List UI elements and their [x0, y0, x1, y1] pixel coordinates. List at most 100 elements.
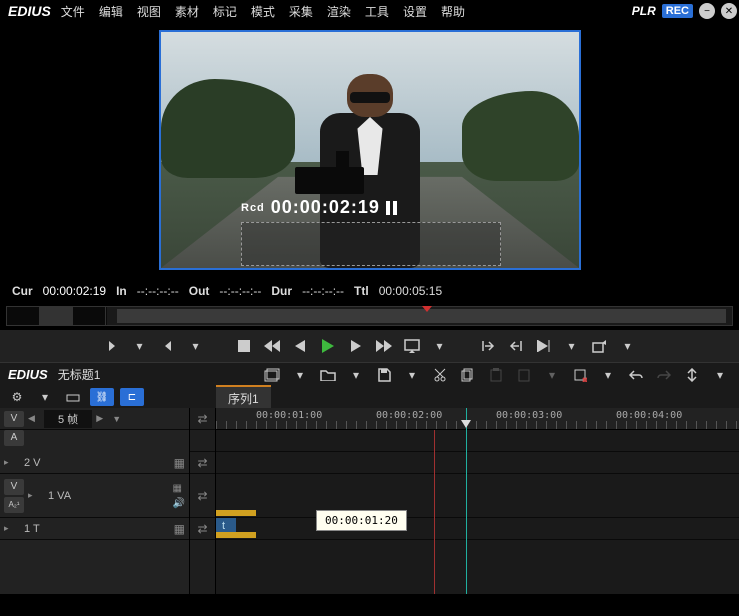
- goto-out-button[interactable]: [504, 335, 528, 357]
- track-spacer[interactable]: [216, 430, 739, 452]
- save-button[interactable]: [373, 365, 395, 385]
- transport-bar: ▾ ▾ ▾ ▾ ▾: [0, 330, 739, 362]
- dropdown-icon[interactable]: ▾: [345, 365, 367, 385]
- dropdown-icon[interactable]: ▾: [401, 365, 423, 385]
- export-dropdown-icon[interactable]: ▾: [616, 335, 640, 357]
- copy-button[interactable]: [457, 365, 479, 385]
- clipboard-button[interactable]: [513, 365, 535, 385]
- audio-tag[interactable]: A: [4, 430, 24, 446]
- insert-dropdown-icon[interactable]: ▾: [560, 335, 584, 357]
- record-overlay: Rcd 00:00:02:19: [241, 197, 400, 218]
- minimize-button[interactable]: −: [699, 3, 715, 19]
- dropdown-icon[interactable]: ▾: [541, 365, 563, 385]
- dur-value[interactable]: --:--:--:--: [302, 284, 344, 298]
- menu-help[interactable]: 帮助: [441, 3, 465, 20]
- play-button[interactable]: [316, 335, 340, 357]
- in-label: In: [116, 284, 127, 298]
- link-mode-button[interactable]: ⛓: [90, 388, 114, 406]
- track-2v-lane[interactable]: [216, 452, 739, 474]
- undo-button[interactable]: [625, 365, 647, 385]
- marker-line[interactable]: [434, 430, 435, 594]
- preview-viewport[interactable]: Rcd 00:00:02:19: [159, 30, 581, 270]
- menu-render[interactable]: 渲染: [327, 3, 351, 20]
- out-value[interactable]: --:--:--:--: [219, 284, 261, 298]
- toggle-button[interactable]: [681, 365, 703, 385]
- film-icon[interactable]: ▦: [174, 522, 185, 536]
- export-button[interactable]: [588, 335, 612, 357]
- expand-icon[interactable]: ▸: [4, 523, 16, 534]
- swap-icon[interactable]: ⇄: [197, 456, 207, 470]
- film-icon[interactable]: ▦: [173, 483, 185, 494]
- rec-badge[interactable]: REC: [662, 4, 693, 18]
- menu-mode[interactable]: 模式: [251, 3, 275, 20]
- set-out-button[interactable]: [156, 335, 180, 357]
- title-clip-bar[interactable]: [216, 532, 256, 538]
- swap-icon[interactable]: ⇄: [197, 489, 207, 503]
- dropdown-in-icon[interactable]: ▾: [128, 335, 152, 357]
- dropdown-out-icon[interactable]: ▾: [184, 335, 208, 357]
- film-icon[interactable]: ▦: [174, 456, 185, 470]
- in-value[interactable]: --:--:--:--: [137, 284, 179, 298]
- record-region-box[interactable]: [241, 222, 501, 266]
- menu-settings[interactable]: 设置: [403, 3, 427, 20]
- ruler-tc-2: 00:00:02:00: [376, 410, 442, 421]
- rewind-button[interactable]: [260, 335, 284, 357]
- insert-button[interactable]: [532, 335, 556, 357]
- dropdown-icon[interactable]: ▾: [597, 365, 619, 385]
- cur-value[interactable]: 00:00:02:19: [43, 284, 106, 298]
- menu-file[interactable]: 文件: [61, 3, 85, 20]
- audio-tag[interactable]: A₂¹: [4, 497, 24, 513]
- timeline-tracks-area[interactable]: 00:00:01:00 00:00:02:00 00:00:03:00 00:0…: [216, 408, 739, 594]
- goto-in-button[interactable]: [476, 335, 500, 357]
- dropdown-icon[interactable]: ▾: [289, 365, 311, 385]
- scrub-bar[interactable]: [6, 306, 733, 326]
- cut-button[interactable]: [429, 365, 451, 385]
- timeline-ruler[interactable]: 00:00:01:00 00:00:02:00 00:00:03:00 00:0…: [216, 408, 739, 430]
- menu-clip[interactable]: 素材: [175, 3, 199, 20]
- scrub-track[interactable]: [117, 309, 726, 323]
- dropdown-icon[interactable]: ▾: [709, 365, 731, 385]
- menu-edit[interactable]: 编辑: [99, 3, 123, 20]
- track-1t-header[interactable]: ▸ 1 T ▦: [0, 518, 189, 540]
- ttl-value[interactable]: 00:00:05:15: [379, 284, 442, 298]
- new-sequence-button[interactable]: [261, 365, 283, 385]
- delete-clip-button[interactable]: [569, 365, 591, 385]
- track-header-pane: V ◀ 5 帧 ▶ ▼ A ▸ 2 V ▦ V A₂¹ ▸ 1 VA ▦ 🔊: [0, 408, 190, 594]
- loop-button[interactable]: [400, 335, 424, 357]
- scrub-playhead-icon[interactable]: [422, 306, 432, 312]
- expand-icon[interactable]: ▸: [4, 457, 16, 468]
- set-in-button[interactable]: [100, 335, 124, 357]
- track-2v-header[interactable]: ▸ 2 V ▦: [0, 452, 189, 474]
- menu-marker[interactable]: 标记: [213, 3, 237, 20]
- menu-capture[interactable]: 采集: [289, 3, 313, 20]
- prev-frame-button[interactable]: [288, 335, 312, 357]
- next-frame-button[interactable]: [344, 335, 368, 357]
- expand-icon[interactable]: ▸: [28, 490, 40, 501]
- track-1va-lane[interactable]: [216, 474, 739, 518]
- stop-button[interactable]: [232, 335, 256, 357]
- fast-forward-button[interactable]: [372, 335, 396, 357]
- track-1va-header[interactable]: V A₂¹ ▸ 1 VA ▦ 🔊: [0, 474, 189, 518]
- close-button[interactable]: ✕: [721, 3, 737, 19]
- snap-icon[interactable]: [62, 387, 84, 407]
- audio-clip[interactable]: [216, 510, 256, 516]
- redo-button[interactable]: [653, 365, 675, 385]
- video-tag[interactable]: V: [4, 479, 24, 495]
- open-button[interactable]: [317, 365, 339, 385]
- swap-icon[interactable]: ⇄: [197, 522, 207, 536]
- paste-button[interactable]: [485, 365, 507, 385]
- track-2v-label: 2 V: [20, 457, 170, 469]
- loop-dropdown-icon[interactable]: ▾: [428, 335, 452, 357]
- scrub-zoom-presets[interactable]: [7, 307, 107, 325]
- timeline-playhead[interactable]: [466, 408, 467, 594]
- timeline-dropdown-icon[interactable]: ▾: [34, 387, 56, 407]
- menu-tools[interactable]: 工具: [365, 3, 389, 20]
- timeline-tabs-row: ⚙ ▾ ⛓ ⊏ 序列1: [0, 386, 739, 408]
- track-1t-lane[interactable]: t 2: [216, 518, 739, 540]
- ripple-mode-button[interactable]: ⊏: [120, 388, 144, 406]
- timeline-settings-icon[interactable]: ⚙: [6, 387, 28, 407]
- menu-view[interactable]: 视图: [137, 3, 161, 20]
- sequence-tab[interactable]: 序列1: [216, 385, 271, 410]
- swap-icon[interactable]: ⇄: [197, 412, 207, 426]
- speaker-icon[interactable]: 🔊: [173, 498, 185, 509]
